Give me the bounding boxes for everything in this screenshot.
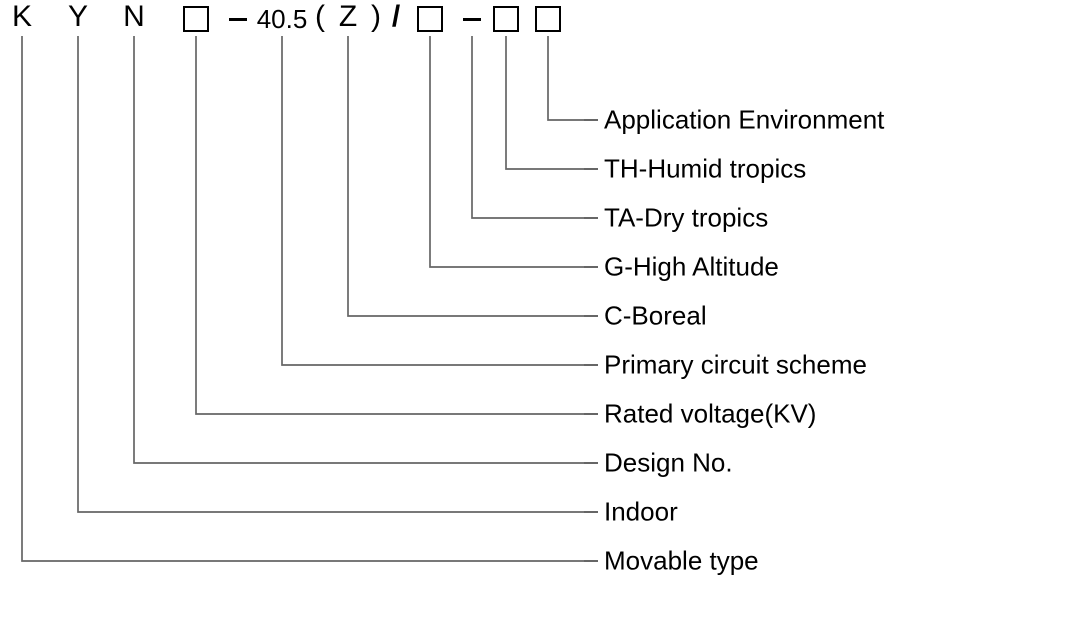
leader-tick-9 <box>584 511 598 513</box>
code-dash-1 <box>229 18 247 21</box>
code-letter-n: N <box>123 0 145 34</box>
label-th-humid-tropics: TH-Humid tropics <box>604 154 806 185</box>
code-placeholder-box-2 <box>417 6 443 32</box>
leader-tick-1 <box>584 119 598 121</box>
code-paren-close: ) <box>371 0 381 34</box>
label-g-high-altitude: G-High Altitude <box>604 252 779 283</box>
leader-tick-10 <box>584 560 598 562</box>
leader-tick-6 <box>584 364 598 366</box>
leader-tick-5 <box>584 315 598 317</box>
leader-lines <box>0 0 1080 624</box>
code-placeholder-box-4 <box>535 6 561 32</box>
code-letter-y: Y <box>68 0 88 34</box>
code-slash: / <box>392 0 400 34</box>
code-placeholder-box-3 <box>493 6 519 32</box>
code-rated-voltage: 40.5 <box>257 4 308 35</box>
code-paren-open: ( <box>315 0 325 34</box>
leader-tick-8 <box>584 462 598 464</box>
label-indoor: Indoor <box>604 497 678 528</box>
leader-tick-2 <box>584 168 598 170</box>
code-letter-k: K <box>12 0 32 34</box>
label-application-environment: Application Environment <box>604 105 884 136</box>
label-design-no: Design No. <box>604 448 733 479</box>
label-primary-circuit-scheme: Primary circuit scheme <box>604 350 867 381</box>
code-letter-z: Z <box>339 0 357 34</box>
model-designation-diagram: K Y N 40.5 ( Z ) / Application <box>0 0 1080 624</box>
code-dash-2 <box>463 18 481 21</box>
leader-tick-4 <box>584 266 598 268</box>
leader-tick-3 <box>584 217 598 219</box>
label-ta-dry-tropics: TA-Dry tropics <box>604 203 768 234</box>
code-placeholder-box-1 <box>183 6 209 32</box>
label-c-boreal: C-Boreal <box>604 301 707 332</box>
label-rated-voltage-kv: Rated voltage(KV) <box>604 399 816 430</box>
label-movable-type: Movable type <box>604 546 759 577</box>
leader-tick-7 <box>584 413 598 415</box>
